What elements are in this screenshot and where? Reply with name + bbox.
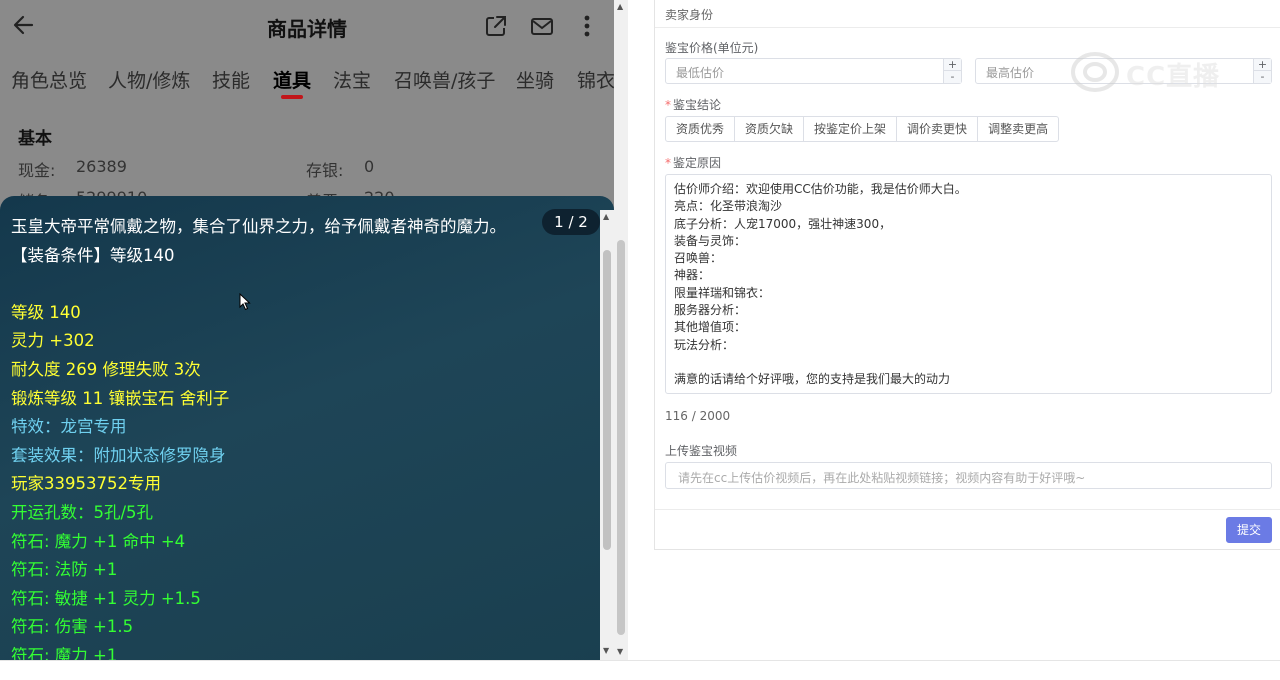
reason-text-line: 估价师介绍：欢迎使用CC估价功能，我是估价师大白。: [674, 182, 967, 196]
reason-text-line: 限量祥瑞和锦衣：: [674, 285, 771, 300]
page-scrollbar-thumb[interactable]: [617, 240, 625, 635]
tab-character[interactable]: 人物/修炼: [108, 66, 190, 93]
active-tab-indicator: [281, 95, 303, 99]
cash-value: 26389: [76, 157, 127, 176]
reason-text-line: 底子分析：人宠17000，强壮神速300，: [674, 216, 892, 231]
section-title: 基本: [18, 129, 52, 149]
page-scrollbar[interactable]: ▲ ▼: [614, 0, 628, 660]
reason-text-line: 服务器分析：: [674, 303, 747, 318]
reason-label: * 鉴定原因: [665, 154, 721, 171]
reason-text-line: 玩法分析：: [674, 337, 735, 352]
price-label: 鉴宝价格(单位元): [665, 41, 759, 55]
mouse-cursor-icon: [239, 293, 251, 311]
required-mark: *: [665, 156, 671, 170]
scroll-up-arrow-icon[interactable]: ▲: [603, 212, 609, 221]
tab-skills[interactable]: 技能: [212, 66, 250, 93]
bottom-edge: [0, 660, 1280, 680]
tooltip-scrollbar[interactable]: ▲ ▼: [600, 210, 614, 660]
tab-summons[interactable]: 召唤兽/孩子: [394, 66, 495, 93]
char-counter: 116 / 2000: [665, 409, 731, 423]
tooltip-line: 锻炼等级 11 镶嵌宝石 舍利子: [11, 388, 230, 408]
tooltip-line: 灵力 +302: [11, 331, 95, 351]
tab-role-overview[interactable]: 角色总览: [11, 66, 87, 93]
tab-items[interactable]: 道具: [273, 66, 311, 93]
option-excellent[interactable]: 资质优秀: [665, 116, 736, 142]
more-icon[interactable]: [574, 13, 600, 39]
tooltip-line: 开运孔数：5孔/5孔: [11, 503, 154, 522]
tooltip-line: 符石: 魔力 +1: [11, 646, 118, 660]
app-header: 商品详情: [0, 0, 614, 54]
seller-identity-header: 卖家身份: [655, 0, 1280, 28]
tab-mounts[interactable]: 坐骑: [516, 66, 554, 93]
conclusion-label-text: 鉴宝结论: [673, 98, 722, 112]
option-lacking[interactable]: 资质欠缺: [734, 116, 805, 142]
tooltip-line: 【装备条件】等级140: [11, 245, 175, 265]
reason-label-text: 鉴定原因: [673, 156, 722, 170]
reason-text-line: [674, 354, 1263, 371]
reason-text-line: 满意的话请给个好评哦，您的支持是我们最大的动力: [674, 372, 951, 387]
mail-icon[interactable]: [529, 13, 555, 39]
min-price-stepper[interactable]: + -: [943, 59, 961, 83]
min-price-placeholder: 最低估价: [676, 66, 725, 80]
min-price-input[interactable]: 最低估价 + -: [665, 58, 962, 84]
reason-text-line: 装备与灵饰：: [674, 233, 747, 248]
scrollbar-thumb[interactable]: [603, 250, 611, 550]
tab-costumes[interactable]: 锦衣: [577, 66, 614, 93]
conclusion-label: * 鉴宝结论: [665, 96, 721, 113]
savings-label: 存银:: [306, 161, 344, 180]
tooltip-line: 符石: 魔力 +1 命中 +4: [11, 531, 186, 551]
tooltip-line: 玉皇大帝平常佩戴之物，集合了仙界之力，给予佩戴者神奇的魔力。: [11, 217, 506, 236]
tooltip-line: 特效：龙宫专用: [11, 417, 127, 437]
max-price-placeholder: 最高估价: [986, 66, 1035, 80]
tooltip-pager[interactable]: 1 / 2: [542, 209, 600, 235]
reason-text-line: 其他增值项：: [674, 320, 747, 335]
tooltip-line: 符石: 敏捷 +1 灵力 +1.5: [11, 588, 201, 608]
page-scroll-down-arrow-icon[interactable]: ▼: [617, 647, 623, 656]
watermark-icon: [1071, 52, 1119, 92]
savings-value: 0: [364, 157, 375, 176]
video-link-input[interactable]: 请先在cc上传估价视频后，再在此处粘贴视频链接；视频内容有助于好评哦~: [665, 462, 1272, 489]
share-icon[interactable]: [483, 13, 509, 39]
option-adjust-price-faster[interactable]: 调价卖更快: [896, 116, 979, 142]
reason-text-line: 召唤兽：: [674, 251, 723, 266]
conclusion-options: 资质优秀 资质欠缺 按鉴定价上架 调价卖更快 调整卖更高: [665, 116, 1060, 142]
tab-magic-treasure[interactable]: 法宝: [333, 66, 371, 93]
decrement-icon[interactable]: -: [944, 71, 961, 83]
tooltip-line: 玩家33953752专用: [11, 474, 161, 494]
reason-text-line: 神器：: [674, 268, 711, 283]
reason-textarea[interactable]: 估价师介绍：欢迎使用CC估价功能，我是估价师大白。 亮点：化圣带浪淘沙底子分析：人…: [665, 174, 1272, 394]
category-tabs: 角色总览 人物/修炼 技能 道具 法宝 召唤兽/孩子 坐骑 锦衣: [0, 66, 614, 106]
submit-button[interactable]: 提交: [1226, 517, 1272, 543]
required-mark: *: [665, 98, 671, 112]
option-list-at-appraised-price[interactable]: 按鉴定价上架: [803, 116, 898, 142]
tooltip-line: 等级 140: [11, 302, 81, 322]
divider: [655, 509, 1280, 510]
tooltip-line: 耐久度 269 修理失败 3次: [11, 360, 201, 379]
watermark-logo: CC直播: [1070, 50, 1280, 94]
watermark-text: CC直播: [1126, 62, 1221, 92]
reason-text-line: 亮点：化圣带浪淘沙: [674, 199, 783, 214]
scroll-down-arrow-icon[interactable]: ▼: [603, 646, 609, 655]
mobile-app-panel: 商品详情 角色总览 人物/修炼 技能 道具 法宝 召唤兽/孩子 坐骑 锦衣 基本…: [0, 0, 614, 660]
option-adjust-price-higher[interactable]: 调整卖更高: [977, 116, 1060, 142]
cash-label: 现金:: [18, 161, 56, 180]
video-link-placeholder: 请先在cc上传估价视频后，再在此处粘贴视频链接；视频内容有助于好评哦~: [678, 471, 1086, 485]
tooltip-line: 符石: 法防 +1: [11, 560, 118, 580]
item-tooltip: 1 / 2 玉皇大帝平常佩戴之物，集合了仙界之力，给予佩戴者神奇的魔力。 【装备条…: [0, 196, 614, 660]
page-title: 商品详情: [267, 17, 347, 41]
tooltip-line: 套装效果：附加状态修罗隐身: [11, 445, 226, 465]
tooltip-line: 符石: 伤害 +1.5: [11, 617, 134, 637]
video-label: 上传鉴宝视频: [665, 444, 738, 458]
page-scroll-up-arrow-icon[interactable]: ▲: [617, 2, 623, 11]
